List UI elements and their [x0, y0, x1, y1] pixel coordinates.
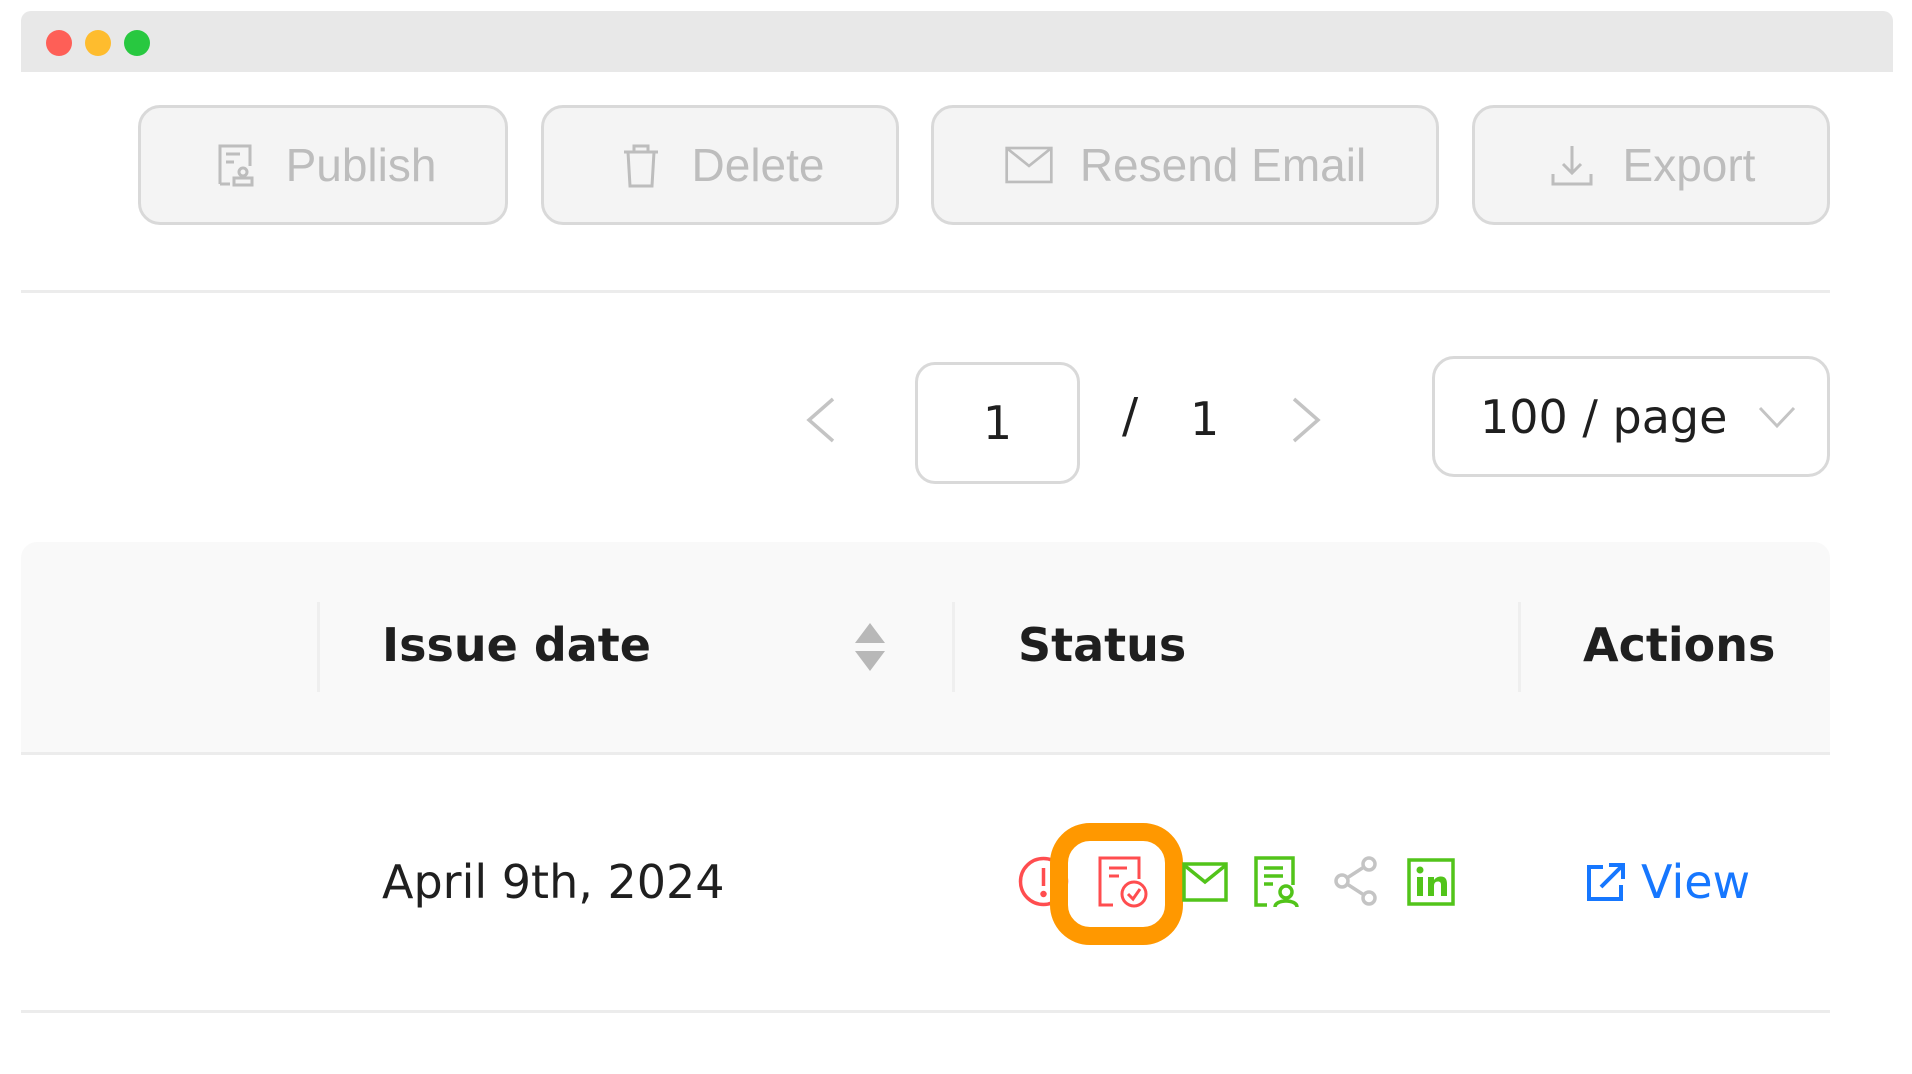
toolbar-divider — [21, 290, 1830, 293]
envelope-icon — [1005, 146, 1053, 184]
issue-date-cell: April 9th, 2024 — [382, 855, 725, 909]
column-header-status: Status — [1018, 618, 1187, 672]
view-link[interactable]: View — [1585, 855, 1750, 909]
publish-stamp-icon — [218, 144, 254, 187]
page-number-input[interactable] — [915, 362, 1080, 484]
column-header-issue-date[interactable]: Issue date — [382, 618, 651, 672]
download-icon — [1551, 146, 1593, 186]
page-size-value: 100 / page — [1480, 389, 1728, 444]
total-pages: 1 — [1190, 392, 1220, 446]
column-separator — [952, 602, 955, 692]
table-row: April 9th, 2024 View — [21, 755, 1830, 1013]
publish-button[interactable]: Publish — [138, 105, 508, 225]
share-icon[interactable] — [1333, 855, 1379, 907]
column-header-actions: Actions — [1583, 618, 1776, 672]
column-separator — [1518, 602, 1521, 692]
window-titlebar — [21, 11, 1893, 72]
delete-button[interactable]: Delete — [541, 105, 899, 225]
external-link-icon — [1587, 863, 1625, 901]
table-header: Issue date Status Actions — [21, 542, 1830, 755]
trash-icon — [623, 144, 658, 188]
page-size-select[interactable]: 100 / page — [1432, 356, 1830, 477]
sort-icon[interactable] — [853, 621, 887, 673]
delete-label: Delete — [691, 139, 825, 191]
certificate-icon[interactable] — [1253, 855, 1299, 909]
window-close-button[interactable] — [46, 30, 72, 56]
column-separator — [317, 602, 320, 692]
warning-circle-icon[interactable] — [1017, 855, 1070, 908]
prev-page-button[interactable] — [803, 395, 839, 445]
view-label: View — [1641, 855, 1751, 909]
resend-email-label: Resend Email — [1079, 139, 1367, 191]
page-separator: / — [1122, 388, 1139, 444]
linkedin-icon[interactable] — [1407, 858, 1455, 906]
publish-label: Publish — [285, 139, 437, 191]
resend-email-button[interactable]: Resend Email — [931, 105, 1439, 225]
email-sent-icon[interactable] — [1182, 862, 1228, 902]
window-minimize-button[interactable] — [85, 30, 111, 56]
export-label: Export — [1622, 139, 1756, 191]
chevron-down-icon — [1759, 406, 1796, 428]
next-page-button[interactable] — [1288, 395, 1324, 445]
document-check-icon[interactable] — [1097, 855, 1149, 909]
window-maximize-button[interactable] — [124, 30, 150, 56]
export-button[interactable]: Export — [1472, 105, 1830, 225]
